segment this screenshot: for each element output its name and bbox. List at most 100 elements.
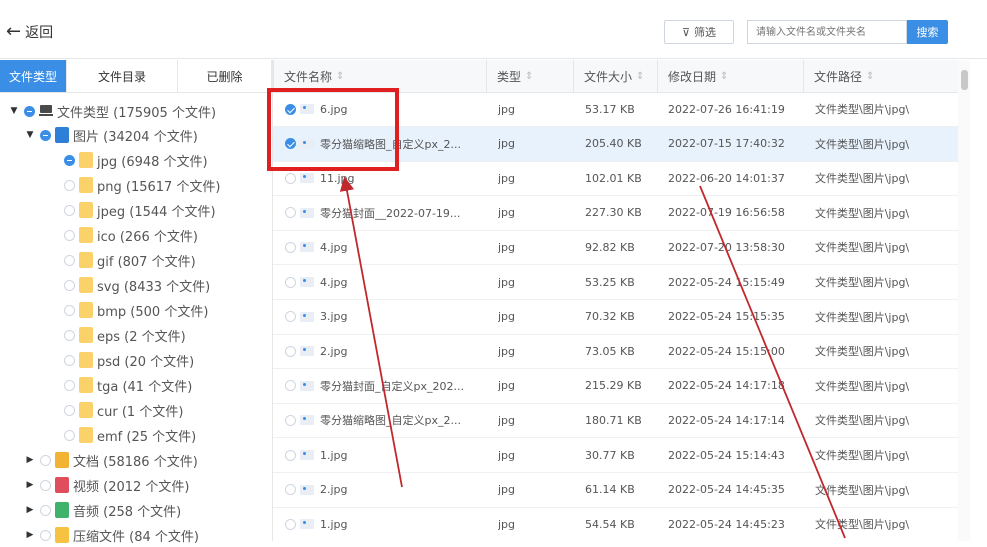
tree-checkbox[interactable]: [64, 354, 75, 366]
tree-checkbox[interactable]: [64, 254, 75, 266]
table-row[interactable]: 2.jpg jpg 73.05 KB 2022-05-24 15:15:00 文件类型\…: [273, 334, 970, 370]
column-header-type[interactable]: 类型 ⇕: [486, 60, 573, 92]
caret-right-icon[interactable]: ▶: [24, 480, 36, 490]
caret-down-icon[interactable]: ▼: [8, 106, 20, 116]
tree-checkbox[interactable]: [64, 179, 75, 191]
cell-path: 文件类型\图片\jpg\: [815, 310, 910, 324]
cell-path: 文件类型\图片\jpg\: [815, 483, 910, 497]
tree-checkbox[interactable]: [64, 204, 75, 216]
tree-node[interactable]: emf (25 个文件): [60, 423, 196, 447]
table-row[interactable]: 1.jpg jpg 54.54 KB 2022-05-24 14:45:23 文件类型\…: [273, 507, 970, 541]
row-checkbox[interactable]: [285, 241, 296, 253]
table-row[interactable]: 零分猫封面__2022-07-19... jpg 227.30 KB 2022-07-…: [273, 196, 970, 231]
tree-checkbox[interactable]: [24, 105, 35, 117]
tree-checkbox[interactable]: [64, 229, 75, 241]
tab-1[interactable]: 文件目录: [67, 60, 178, 92]
sort-icon[interactable]: ⇕: [525, 71, 533, 82]
sort-icon[interactable]: ⇕: [336, 71, 344, 82]
category-tabs: 文件类型 文件目录 已删除: [0, 60, 272, 93]
cell-path: 文件类型\图片\jpg\: [815, 379, 910, 393]
caret-right-icon[interactable]: ▶: [24, 505, 36, 515]
table-row[interactable]: 零分猫封面_自定义px_202... jpg 215.29 KB 2022-05-24…: [273, 369, 970, 404]
tree-checkbox[interactable]: [64, 329, 75, 341]
tree-node[interactable]: gif (807 个文件): [60, 248, 196, 272]
tree-node[interactable]: cur (1 个文件): [60, 398, 183, 422]
tree-node[interactable]: ▶ 文档 (58186 个文件): [24, 448, 198, 472]
cell-type: jpg: [498, 310, 516, 324]
cell-path: 文件类型\图片\jpg\: [815, 345, 910, 359]
cell-size: 205.40 KB: [585, 137, 642, 151]
table-row[interactable]: 2.jpg jpg 61.14 KB 2022-05-24 14:45:35 文件类型\…: [273, 473, 970, 508]
table-row[interactable]: 4.jpg jpg 92.82 KB 2022-07-20 13:58:30 文件类型\…: [273, 230, 970, 266]
row-checkbox[interactable]: [285, 449, 296, 461]
cell-path: 文件类型\图片\jpg\: [815, 103, 910, 116]
column-header-path[interactable]: 文件路径 ⇕: [803, 60, 970, 92]
table-row[interactable]: 4.jpg jpg 53.25 KB 2022-05-24 15:15:49 文件类型\…: [273, 265, 970, 300]
tree-checkbox[interactable]: [64, 304, 75, 316]
filter-button[interactable]: ⊽ 筛选: [664, 20, 734, 44]
tree-node[interactable]: ▼ 文件类型 (175905 个文件): [8, 99, 216, 123]
tree-node[interactable]: jpg (6948 个文件): [60, 148, 208, 172]
image-thumbnail-icon: [300, 449, 316, 461]
column-header-label: 文件名称: [284, 69, 333, 84]
tree-node[interactable]: ▼ 图片 (34204 个文件): [24, 123, 198, 147]
row-checkbox[interactable]: [285, 172, 296, 184]
row-checkbox[interactable]: [285, 414, 296, 426]
column-header-size[interactable]: 文件大小 ⇕: [573, 60, 657, 92]
cell-size: 102.01 KB: [585, 171, 642, 185]
sort-icon[interactable]: ⇕: [720, 71, 728, 82]
cell-date: 2022-06-20 14:01:37: [668, 171, 785, 185]
tree-node[interactable]: ▶ 视频 (2012 个文件): [24, 473, 190, 497]
caret-right-icon[interactable]: ▶: [24, 455, 36, 465]
row-checkbox[interactable]: [285, 484, 296, 496]
search-button[interactable]: 搜索: [907, 20, 948, 44]
row-checkbox[interactable]: [285, 345, 296, 357]
row-checkbox[interactable]: [285, 380, 296, 392]
tree-node[interactable]: ▶ 压缩文件 (84 个文件): [24, 523, 199, 547]
tree-checkbox[interactable]: [40, 129, 51, 141]
back-button[interactable]: ← 返回: [6, 22, 53, 42]
tree-checkbox[interactable]: [64, 154, 75, 166]
caret-down-icon[interactable]: ▼: [24, 130, 36, 140]
tree-checkbox[interactable]: [64, 379, 75, 391]
cell-size: 227.30 KB: [585, 206, 642, 220]
vertical-scrollbar[interactable]: [958, 60, 970, 541]
tree-node[interactable]: svg (8433 个文件): [60, 273, 210, 297]
tree-checkbox[interactable]: [40, 454, 51, 466]
tree-node[interactable]: psd (20 个文件): [60, 348, 194, 372]
row-checkbox[interactable]: [285, 518, 296, 530]
tree-node[interactable]: ▶ 音频 (258 个文件): [24, 498, 181, 522]
tree-checkbox[interactable]: [64, 279, 75, 291]
tree-node[interactable]: tga (41 个文件): [60, 373, 192, 397]
table-row[interactable]: 零分猫缩略图_自定义px_2... jpg 180.71 KB 2022-05-24 …: [273, 403, 970, 439]
table-row[interactable]: 3.jpg jpg 70.32 KB 2022-05-24 15:15:35 文件类型\…: [273, 300, 970, 335]
row-checkbox[interactable]: [285, 207, 296, 219]
sort-icon[interactable]: ⇕: [636, 71, 644, 82]
sort-icon[interactable]: ⇕: [866, 71, 874, 82]
tree-node[interactable]: eps (2 个文件): [60, 323, 186, 347]
column-header-date[interactable]: 修改日期 ⇕: [657, 60, 803, 92]
tree-checkbox[interactable]: [40, 529, 51, 541]
row-checkbox[interactable]: [285, 276, 296, 288]
cell-type: jpg: [498, 206, 516, 220]
image-thumbnail-icon: [300, 345, 316, 357]
tree-node[interactable]: ico (266 个文件): [60, 223, 198, 247]
table-row[interactable]: 1.jpg jpg 30.77 KB 2022-05-24 15:14:43 文件类型\…: [273, 438, 970, 473]
tree-node-label: ico (266 个文件): [97, 229, 198, 245]
search-input[interactable]: [747, 20, 907, 44]
tree-checkbox[interactable]: [40, 504, 51, 516]
scrollbar-thumb[interactable]: [961, 70, 968, 90]
cell-size: 54.54 KB: [585, 517, 635, 531]
tree-node[interactable]: png (15617 个文件): [60, 173, 221, 197]
row-checkbox[interactable]: [285, 311, 296, 323]
tree-checkbox[interactable]: [64, 429, 75, 441]
tree-node-label: 图片 (34204 个文件): [73, 129, 198, 145]
image-thumbnail-icon: [300, 172, 316, 184]
tree-checkbox[interactable]: [64, 404, 75, 416]
tab-2[interactable]: 已删除: [178, 60, 272, 92]
caret-right-icon[interactable]: ▶: [24, 530, 36, 540]
tree-checkbox[interactable]: [40, 479, 51, 491]
tab-0[interactable]: 文件类型: [0, 60, 67, 92]
tree-node[interactable]: bmp (500 个文件): [60, 298, 208, 322]
tree-node[interactable]: jpeg (1544 个文件): [60, 198, 216, 222]
